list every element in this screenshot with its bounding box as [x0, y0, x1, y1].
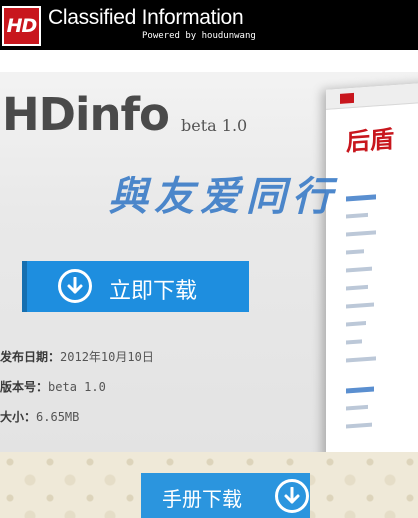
version-key: 版本号：	[0, 380, 49, 394]
hero-top-strip	[0, 50, 418, 72]
preview-text-line	[346, 230, 376, 237]
manual-download-button[interactable]: 手册下载	[141, 473, 310, 518]
version-row: 版本号：beta 1.0	[0, 378, 106, 395]
version-value: beta 1.0	[48, 380, 106, 394]
preview-text-line	[346, 249, 364, 255]
site-title: Classified Information	[48, 6, 244, 29]
preview-text-line	[346, 422, 372, 429]
preview-text-line	[346, 212, 368, 219]
bottom-section: 手册下载	[0, 452, 418, 518]
download-arrow-icon	[275, 479, 309, 513]
preview-text-line	[346, 302, 374, 309]
preview-text-line	[346, 284, 368, 291]
preview-text-line	[346, 386, 374, 394]
app-name-heading: HDinfo	[2, 88, 170, 141]
site-subtitle: Powered by houdunwang	[142, 31, 256, 41]
preview-brand: 后盾	[346, 125, 394, 157]
preview-toolbar	[326, 82, 418, 110]
download-now-button[interactable]: 立即下载	[22, 261, 249, 312]
download-arrow-icon	[58, 269, 92, 303]
preview-text-line	[346, 404, 368, 411]
size-row: 大小：6.65MB	[0, 408, 79, 425]
preview-text-line	[346, 266, 372, 273]
preview-text-line	[346, 321, 366, 327]
preview-text-line	[346, 356, 376, 363]
release-date-key: 发布日期：	[0, 350, 61, 364]
download-now-label: 立即下载	[109, 279, 198, 304]
hd-logo[interactable]: HD	[2, 6, 41, 46]
release-date-row: 发布日期：2012年10月10日	[0, 348, 154, 365]
manual-download-label: 手册下载	[162, 487, 242, 511]
app-screenshot-preview: 后盾	[326, 82, 418, 452]
size-key: 大小：	[0, 410, 37, 424]
slogan-text: 與友爱同行	[108, 173, 338, 220]
preview-text-line	[346, 339, 362, 345]
preview-text-line	[346, 194, 376, 202]
header-bar: HD Classified Information Powered by hou…	[0, 0, 418, 50]
release-date-value: 2012年10月10日	[60, 350, 154, 364]
hero-banner: HDinfo beta 1.0 后盾 與友爱同行 立即下载 发布日期：2012年…	[0, 50, 418, 452]
size-value: 6.65MB	[36, 410, 80, 424]
version-tag: beta 1.0	[181, 116, 248, 135]
preview-mini-logo	[340, 92, 354, 104]
